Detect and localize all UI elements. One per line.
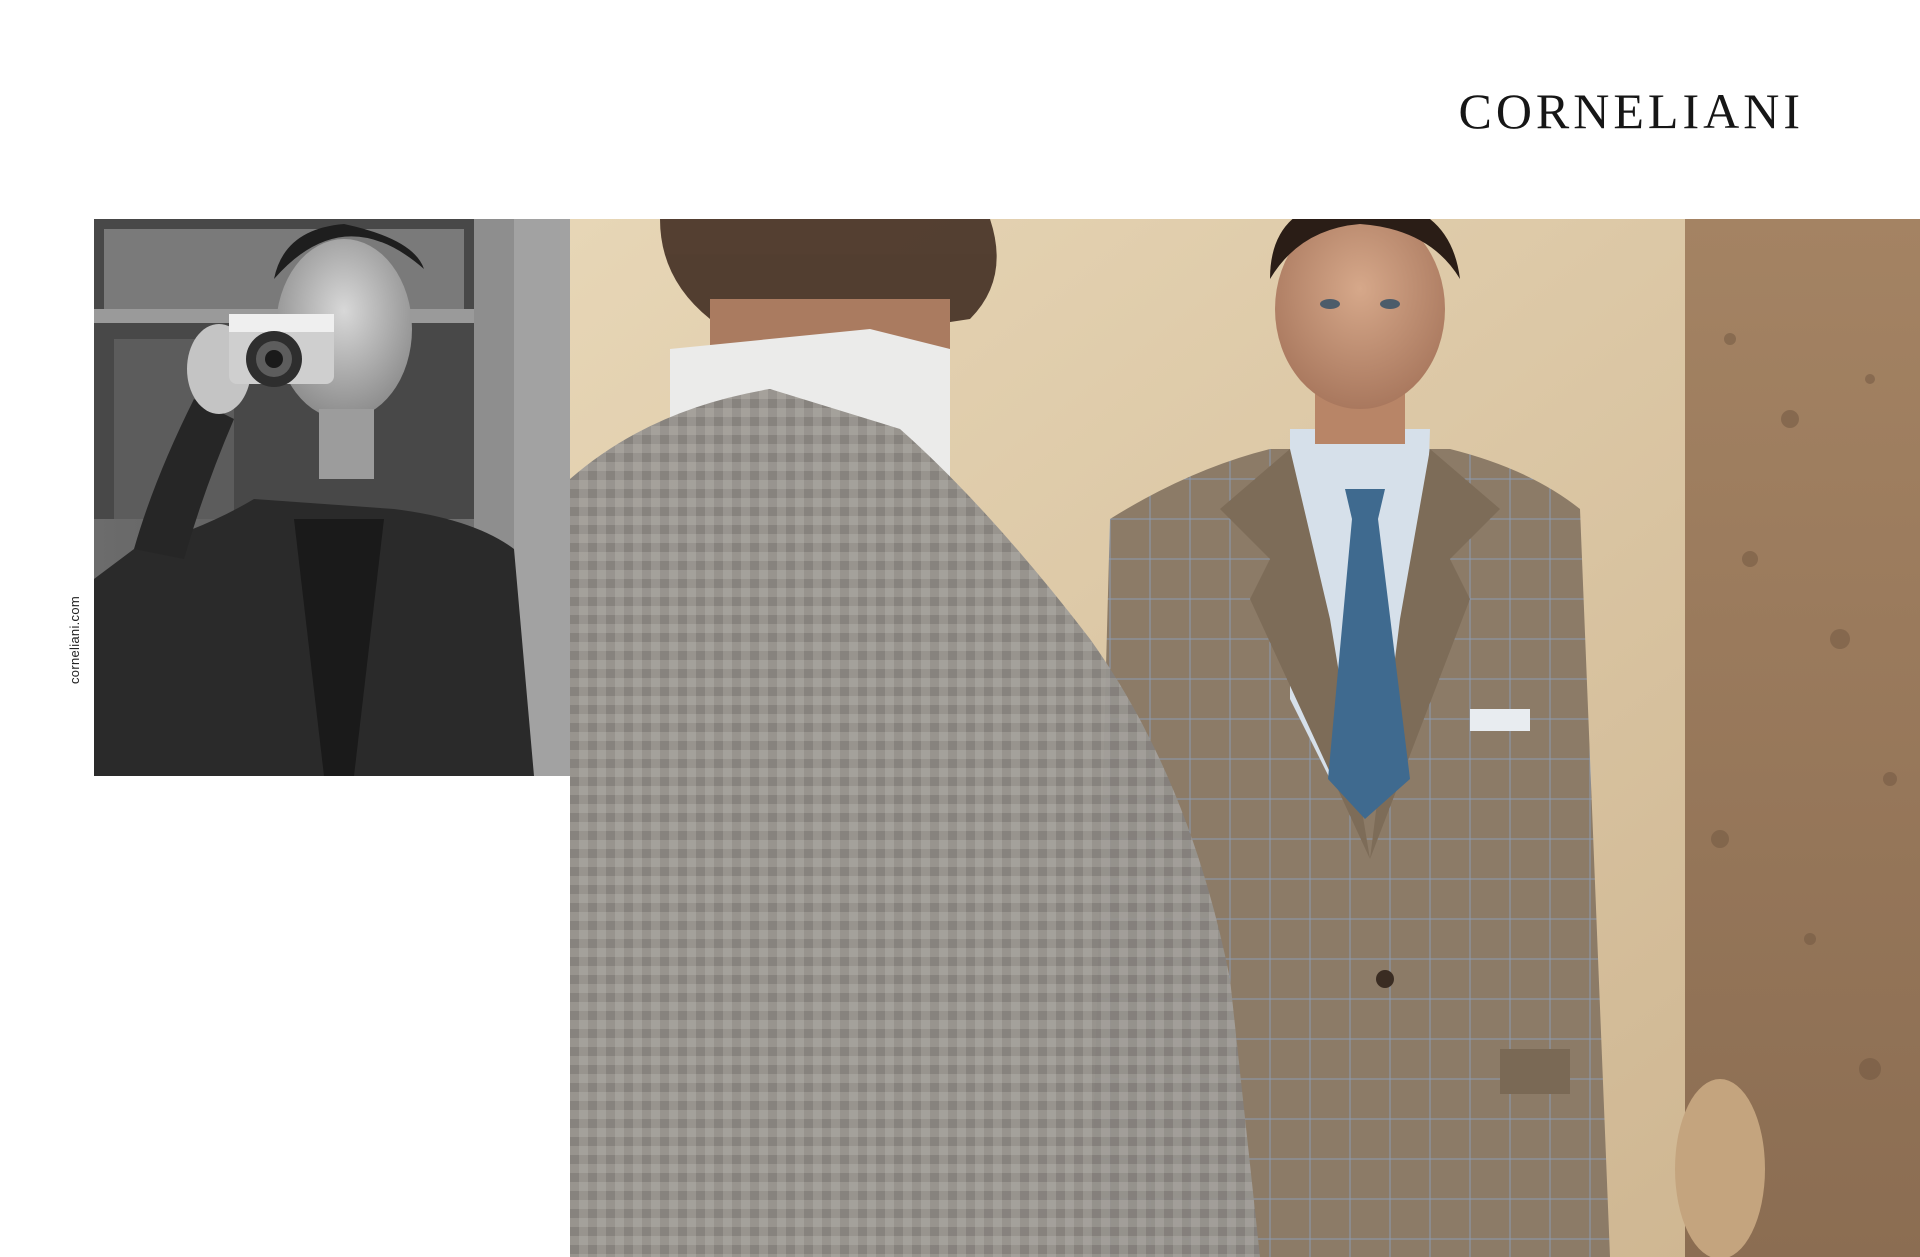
website-url: corneliani.com — [67, 595, 82, 684]
brand-logo: CORNELIANI — [1458, 83, 1804, 139]
photo-man-mirror-reflection — [570, 219, 1920, 1257]
mirror-photo-illustration — [570, 219, 1920, 1257]
photo-man-with-camera — [94, 219, 570, 776]
camera-photo-illustration — [94, 219, 570, 776]
